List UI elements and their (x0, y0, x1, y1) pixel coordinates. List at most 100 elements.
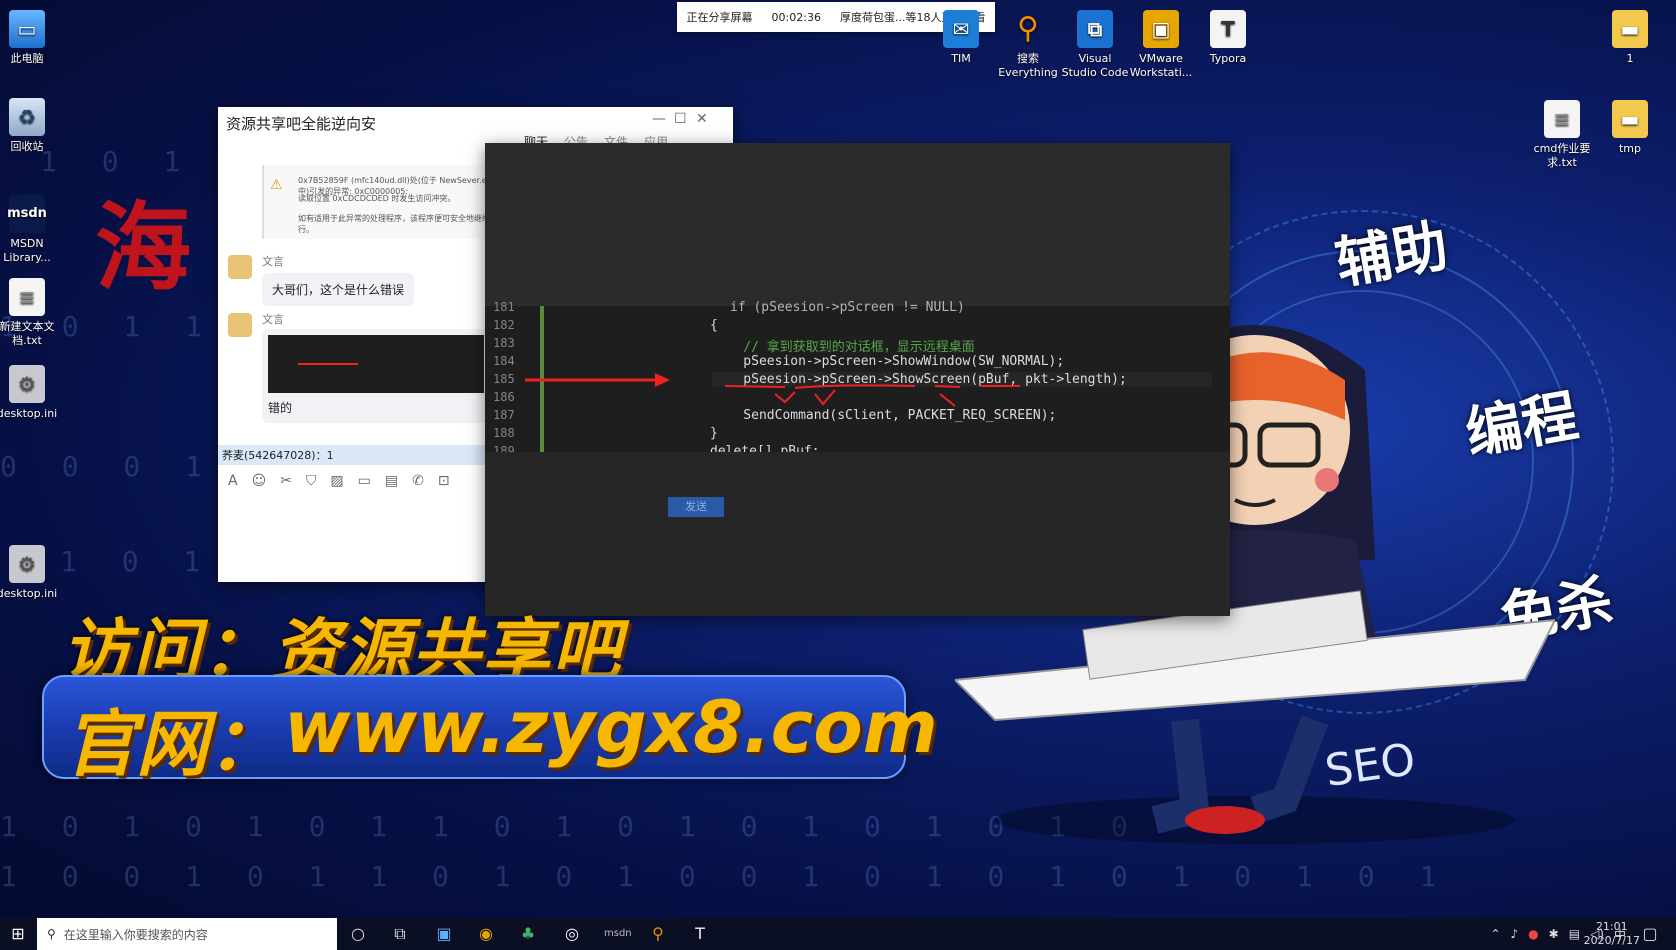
desktop-icon-vscode[interactable]: ⧉ Visual Studio Code (1060, 10, 1130, 80)
message-bubble: 大哥们，这个是什么错误 (262, 273, 415, 306)
desktop-icon-new-text[interactable]: ≡ 新建文本文档.txt (0, 278, 62, 348)
desktop-icon-desktop-ini-2[interactable]: ⚙ desktop.ini (0, 545, 62, 601)
sender-name: 文言 (262, 255, 284, 268)
desktop-icon-label: 新建文本文档.txt (0, 320, 55, 347)
minimize-icon[interactable]: — (652, 111, 666, 127)
desktop-icon-this-pc[interactable]: ▭ 此电脑 (0, 10, 62, 66)
desktop-icon-folder-1[interactable]: ▬ 1 (1595, 10, 1665, 66)
desktop-icon-label: Visual Studio Code (1061, 52, 1129, 79)
desktop-icon-label: desktop.ini (0, 587, 58, 600)
font-icon[interactable]: A (228, 473, 238, 489)
task-view-icon[interactable]: ⧉ (390, 924, 410, 944)
avatar[interactable] (228, 313, 252, 337)
error-text-3: 如有适用于此异常的处理程序，该程序便可安全地继续运行。 (298, 214, 498, 234)
phone-icon[interactable]: ✆ (412, 473, 424, 489)
close-icon[interactable]: ✕ (696, 111, 708, 127)
error-screenshot: ⚠ 0x7B52859F (mfc140ud.dll)处(位于 NewSever… (262, 165, 504, 239)
screenshot-icon[interactable]: ⊡ (438, 473, 450, 489)
notify-text: 荞麦(542647028)：1 (222, 449, 334, 462)
desktop-icon-recycle-bin[interactable]: ♻ 回收站 (0, 98, 62, 154)
share-timer: 00:02:36 (771, 10, 821, 24)
notification-icon[interactable]: ▢ (1640, 924, 1660, 944)
clover-icon[interactable]: ♣ (518, 924, 538, 944)
desktop-icon-label: 搜索 Everything (998, 52, 1058, 79)
image-message[interactable]: 错的 (262, 329, 490, 423)
send-button[interactable]: 发送 (668, 497, 724, 517)
editor-lower-dark-area: 发送 (485, 452, 1230, 616)
maximize-icon[interactable]: ☐ (674, 111, 687, 127)
desktop-icon-label: desktop.ini (0, 407, 58, 420)
typora-taskbar-icon[interactable]: T (690, 924, 710, 944)
image-icon[interactable]: ▨ (330, 473, 343, 489)
emoji-icon[interactable]: ☺ (252, 473, 267, 489)
recycle-bin-icon: ♻ (9, 98, 45, 136)
cortana-icon[interactable]: ○ (348, 924, 368, 944)
taskbar: ⊞ ⚲ 在这里输入你要搜索的内容 ○ ⧉ ▣ ◉ ♣ ◎ msdn ⚲ T ⌃ … (0, 918, 1676, 950)
clock-date: 2020/7/17 (1583, 934, 1640, 947)
search-icon: ⚲ (47, 927, 56, 941)
folder-icon: ▬ (1612, 100, 1648, 138)
avatar[interactable] (228, 255, 252, 279)
folder-icon[interactable]: ▭ (358, 473, 371, 489)
gift-icon[interactable]: ▤ (385, 473, 398, 489)
msdn-icon: msdn (7, 195, 47, 233)
red-arrow (298, 363, 358, 365)
vmware-icon: ▣ (1143, 10, 1179, 48)
microphone-icon[interactable]: ♪ (1511, 927, 1519, 941)
bg-big-red-text: 海 (95, 191, 201, 304)
official-site-banner[interactable]: 官网： www.zygx8.com (42, 675, 938, 786)
code-editor-panel[interactable]: 181 182 183 184 185 186 187 188 189 if (… (485, 143, 1230, 616)
msdn-taskbar-icon[interactable]: msdn (604, 924, 632, 944)
desktop-icon-msdn[interactable]: msdn MSDN Library... (0, 195, 62, 265)
windows-start-icon[interactable]: ⊞ (8, 924, 28, 944)
desktop-icon-label: 1 (1626, 52, 1634, 65)
chat-toolbar: A ☺ ✂ ⛉ ▨ ▭ ▤ ✆ ⊡ (228, 473, 450, 489)
settings-file-icon: ⚙ (9, 545, 45, 583)
desktop-icon-label: VMware Workstati... (1129, 52, 1193, 79)
official-label: 官网： (64, 702, 281, 786)
chevron-up-icon[interactable]: ⌃ (1490, 927, 1500, 941)
everything-taskbar-icon[interactable]: ⚲ (648, 924, 668, 944)
desktop-icon-label: MSDN Library... (3, 237, 51, 264)
scissors-icon[interactable]: ✂ (280, 473, 292, 489)
desktop-icon-tim[interactable]: ✉ TIM (926, 10, 996, 66)
binary-decoration: 1 0 0 1 0 1 1 0 1 0 1 0 0 1 0 1 0 1 0 1 … (0, 860, 1451, 893)
desktop-icon-desktop-ini[interactable]: ⚙ desktop.ini (0, 365, 62, 421)
text-file-icon: ≡ (9, 278, 45, 316)
search-placeholder: 在这里输入你要搜索的内容 (63, 927, 208, 942)
clock-time: 21:01 (1595, 920, 1628, 933)
desktop-icon-label: 回收站 (10, 140, 44, 153)
folder-icon: ▬ (1612, 10, 1648, 48)
notification-bar[interactable]: 荞麦(542647028)：1 (218, 445, 492, 465)
chrome-icon[interactable]: ◉ (476, 924, 496, 944)
desktop-icon-label: Typora (1209, 52, 1247, 65)
sender-name: 文言 (262, 313, 284, 326)
app-icon-circle[interactable]: ◎ (562, 924, 582, 944)
settings-file-icon: ⚙ (9, 365, 45, 403)
code-thumbnail (268, 335, 484, 393)
app-icon-monitor[interactable]: ▣ (434, 924, 454, 944)
bluetooth-icon[interactable]: ✱ (1549, 927, 1559, 941)
search-icon: ⚲ (1017, 11, 1039, 46)
desktop-icon-cmd-txt[interactable]: ≡ cmd作业要求.txt (1527, 100, 1597, 170)
code-area[interactable]: 181 182 183 184 185 186 187 188 189 if (… (485, 300, 1230, 459)
desktop-icon-label: cmd作业要求.txt (1533, 142, 1591, 169)
network-icon[interactable]: ▤ (1569, 927, 1580, 941)
shield-icon[interactable]: ⛉ (306, 473, 317, 489)
typora-icon: T (1210, 10, 1246, 48)
desktop-icon-vmware[interactable]: ▣ VMware Workstati... (1126, 10, 1196, 80)
desktop-icon-typora[interactable]: T Typora (1193, 10, 1263, 66)
computer-icon: ▭ (9, 10, 45, 48)
desktop-icon-label: tmp (1618, 142, 1641, 155)
warning-icon: ⚠ (270, 177, 283, 193)
desktop-icon-label: TIM (951, 52, 971, 65)
desktop-icon-label: 此电脑 (10, 52, 44, 65)
share-status: 正在分享屏幕 (686, 11, 753, 24)
desktop-icon-everything[interactable]: ⚲ 搜索 Everything (993, 10, 1063, 80)
desktop-icon-tmp[interactable]: ▬ tmp (1595, 100, 1665, 156)
taskbar-search-box[interactable]: ⚲ 在这里输入你要搜索的内容 (37, 918, 337, 950)
record-icon[interactable]: ● (1528, 927, 1538, 941)
message-text: 错的 (268, 401, 293, 415)
chat-title: 资源共享吧全能逆向安 (226, 115, 377, 133)
taskbar-clock[interactable]: 21:01 2020/7/17 (1584, 920, 1640, 948)
